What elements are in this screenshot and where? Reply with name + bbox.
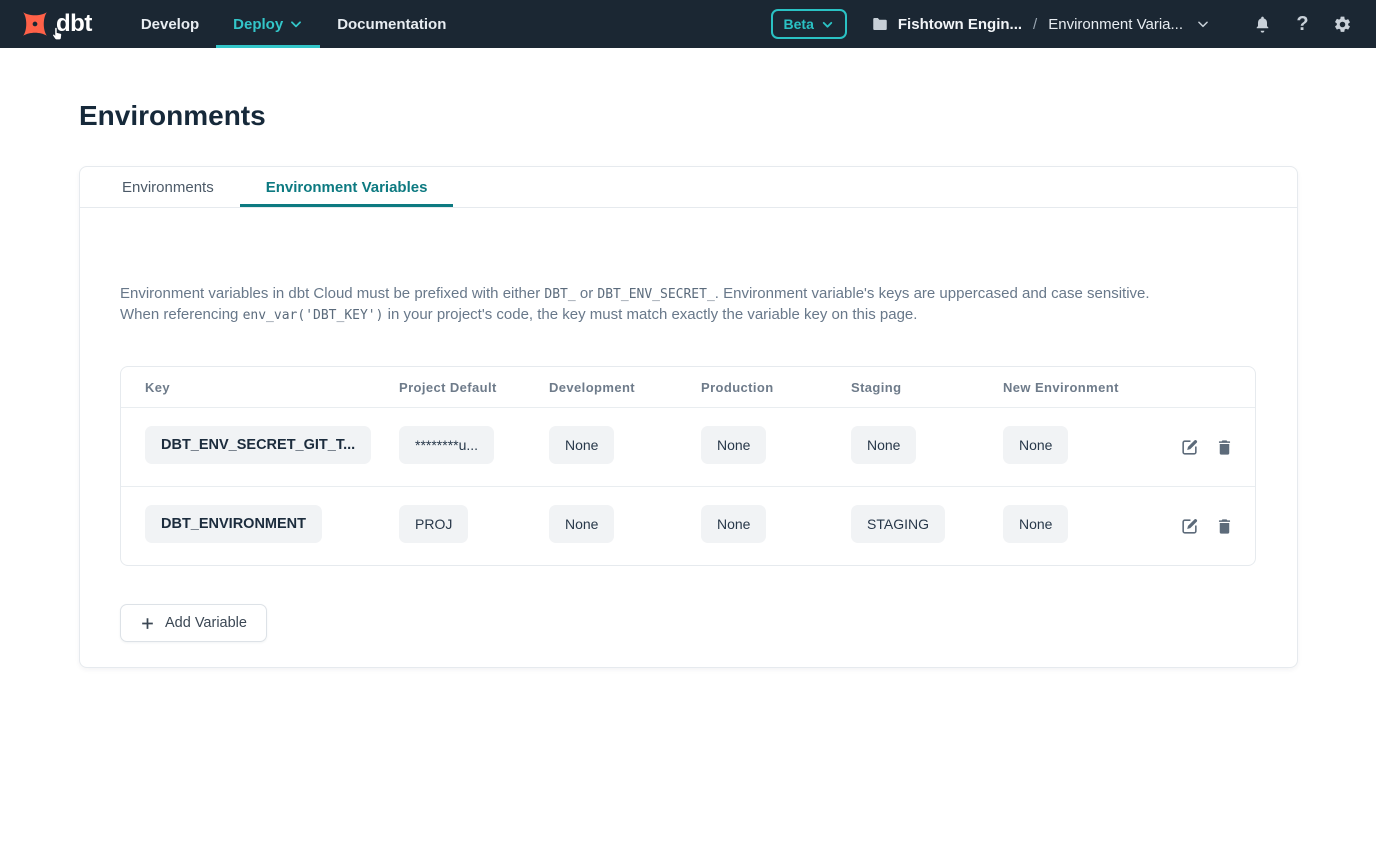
- tab-environments[interactable]: Environments: [96, 167, 240, 207]
- row-actions: [1179, 437, 1256, 457]
- development-value-pill[interactable]: None: [549, 505, 614, 543]
- plus-icon: [140, 616, 155, 631]
- tab-environment-variables-label: Environment Variables: [266, 179, 428, 196]
- trash-icon: [1215, 517, 1234, 536]
- top-navbar: dbt Develop Deploy Documentation Beta F: [0, 0, 1376, 48]
- main-content: Environments Environments Environment Va…: [0, 100, 1376, 668]
- folder-icon: [871, 15, 889, 33]
- production-value-pill[interactable]: None: [701, 426, 766, 464]
- add-variable-label: Add Variable: [165, 615, 247, 631]
- edit-icon: [1180, 438, 1199, 457]
- table-row: DBT_ENVIRONMENT PROJ None None STAGING N…: [121, 486, 1255, 565]
- main-nav: Develop Deploy Documentation: [124, 0, 464, 48]
- gear-icon: [1333, 15, 1352, 34]
- page-title: Environments: [79, 100, 1297, 132]
- code-dbt-env-secret-prefix: DBT_ENV_SECRET_: [597, 287, 714, 302]
- bell-icon: [1253, 15, 1272, 34]
- chevron-down-icon: [1196, 17, 1210, 31]
- code-env-var: env_var('DBT_KEY'): [243, 308, 384, 323]
- column-header-new-environment: New Environment: [1003, 380, 1179, 395]
- edit-icon: [1180, 517, 1199, 536]
- mouse-cursor-icon: [48, 24, 66, 44]
- nav-item-deploy-label: Deploy: [233, 16, 283, 33]
- delete-variable-button[interactable]: [1214, 437, 1234, 457]
- environments-card: Environments Environment Variables Envir…: [79, 166, 1298, 668]
- beta-label: Beta: [784, 16, 814, 32]
- table-row: DBT_ENV_SECRET_GIT_T... ********u... Non…: [121, 407, 1255, 486]
- table-header-row: Key Project Default Development Producti…: [121, 367, 1255, 407]
- breadcrumb-page: Environment Varia...: [1048, 16, 1183, 33]
- nav-item-develop[interactable]: Develop: [124, 0, 216, 48]
- tab-environments-label: Environments: [122, 179, 214, 196]
- card-body: Environment variables in dbt Cloud must …: [80, 208, 1297, 642]
- project-breadcrumb[interactable]: Fishtown Engin... / Environment Varia...: [871, 15, 1210, 33]
- help-button[interactable]: ?: [1289, 11, 1316, 38]
- production-value-pill[interactable]: None: [701, 505, 766, 543]
- variable-key-pill[interactable]: DBT_ENVIRONMENT: [145, 505, 322, 543]
- environment-variables-table: Key Project Default Development Producti…: [120, 366, 1256, 566]
- delete-variable-button[interactable]: [1214, 516, 1234, 536]
- description-segment: in your project's code, the key must mat…: [383, 306, 917, 323]
- nav-item-documentation-label: Documentation: [337, 16, 446, 33]
- new-environment-value-pill[interactable]: None: [1003, 505, 1068, 543]
- settings-button[interactable]: [1329, 11, 1356, 38]
- new-environment-value-pill[interactable]: None: [1003, 426, 1068, 464]
- variable-key-pill[interactable]: DBT_ENV_SECRET_GIT_T...: [145, 426, 371, 464]
- column-header-production: Production: [701, 380, 851, 395]
- beta-dropdown[interactable]: Beta: [771, 9, 847, 39]
- column-header-staging: Staging: [851, 380, 1003, 395]
- dbt-logo[interactable]: dbt: [0, 0, 110, 48]
- dbt-logo-icon: [20, 9, 50, 39]
- staging-value-pill[interactable]: None: [851, 426, 916, 464]
- development-value-pill[interactable]: None: [549, 426, 614, 464]
- column-header-project-default: Project Default: [399, 380, 549, 395]
- description-segment: or: [576, 285, 598, 302]
- nav-item-deploy[interactable]: Deploy: [216, 0, 320, 48]
- trash-icon: [1215, 438, 1234, 457]
- breadcrumb-separator: /: [1031, 16, 1039, 33]
- breadcrumb-project: Fishtown Engin...: [898, 16, 1022, 33]
- description-segment: Environment variables in dbt Cloud must …: [120, 285, 544, 302]
- notifications-button[interactable]: [1249, 11, 1276, 38]
- code-dbt-prefix: DBT_: [544, 287, 575, 302]
- nav-item-develop-label: Develop: [141, 16, 199, 33]
- nav-item-documentation[interactable]: Documentation: [320, 0, 463, 48]
- add-variable-button[interactable]: Add Variable: [120, 604, 267, 642]
- row-actions: [1179, 516, 1256, 536]
- edit-variable-button[interactable]: [1179, 437, 1199, 457]
- question-mark-icon: ?: [1296, 13, 1308, 36]
- project-default-pill[interactable]: ********u...: [399, 426, 494, 464]
- description-text: Environment variables in dbt Cloud must …: [120, 284, 1160, 326]
- tab-bar: Environments Environment Variables: [80, 167, 1297, 208]
- tab-environment-variables[interactable]: Environment Variables: [240, 167, 454, 207]
- column-header-key: Key: [145, 380, 399, 395]
- chevron-down-icon: [821, 18, 834, 31]
- edit-variable-button[interactable]: [1179, 516, 1199, 536]
- column-header-development: Development: [549, 380, 701, 395]
- project-default-pill[interactable]: PROJ: [399, 505, 468, 543]
- staging-value-pill[interactable]: STAGING: [851, 505, 945, 543]
- chevron-down-icon: [289, 17, 303, 31]
